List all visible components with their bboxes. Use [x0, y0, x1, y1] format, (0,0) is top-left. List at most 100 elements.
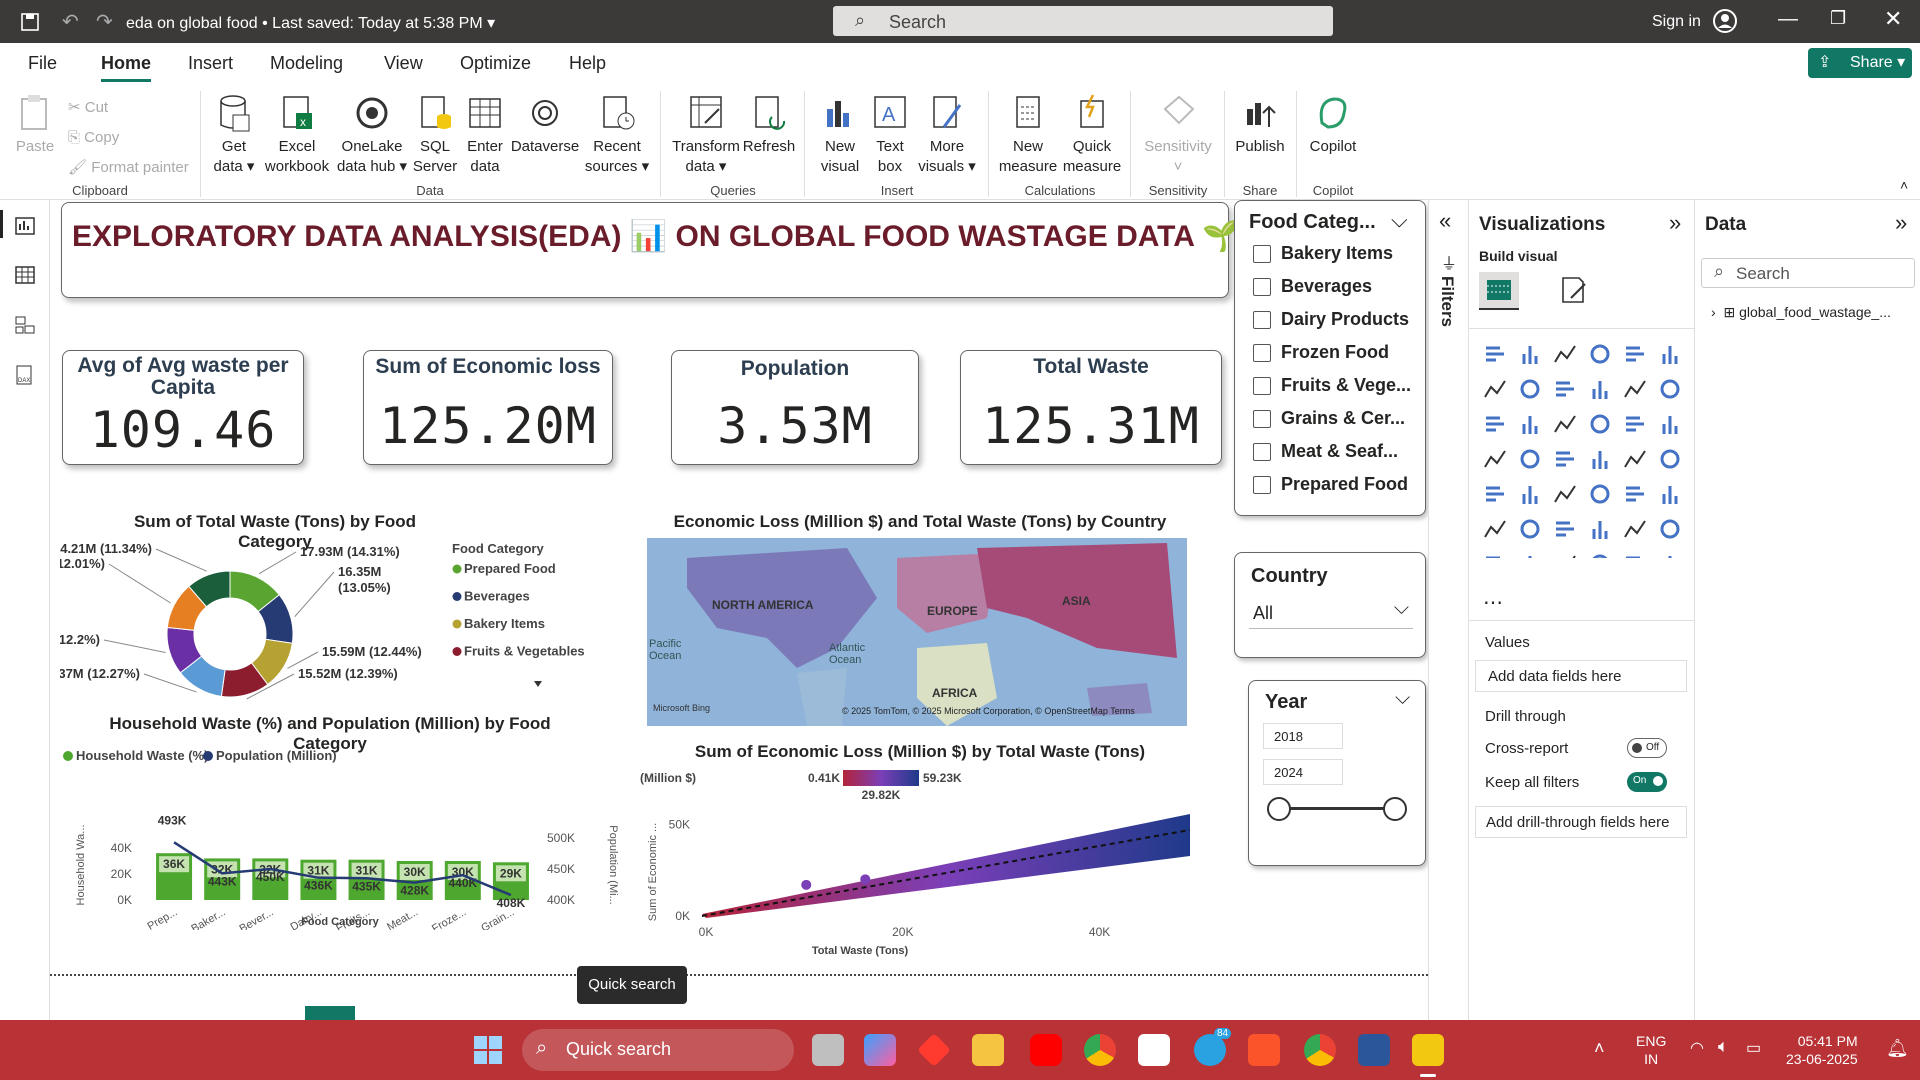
visual-type-icon[interactable]: [1553, 377, 1577, 401]
kpi-card-economic-loss[interactable]: Sum of Economic loss 125.20M: [363, 350, 613, 465]
slicer-item[interactable]: Dairy Products: [1253, 303, 1411, 336]
copilot-app-icon[interactable]: [864, 1034, 896, 1066]
refresh-button[interactable]: Refresh: [742, 93, 796, 157]
filled-map[interactable]: NORTH AMERICA EUROPE ASIA AFRICA Atlanti…: [647, 538, 1187, 726]
build-visual-tab[interactable]: [1479, 272, 1519, 310]
signin-link[interactable]: Sign in: [1652, 13, 1701, 31]
new-visual-button[interactable]: New visual: [812, 93, 868, 177]
visual-type-icon[interactable]: [1483, 377, 1507, 401]
year-end-handle[interactable]: [1383, 797, 1407, 821]
visual-type-icon[interactable]: [1658, 342, 1682, 366]
taskbar-search[interactable]: ⌕ Quick search: [522, 1029, 794, 1071]
cut-button[interactable]: ✂ Cut: [68, 93, 189, 123]
visual-type-icon[interactable]: [1518, 377, 1542, 401]
power-bi-icon[interactable]: [1412, 1034, 1444, 1066]
visual-type-icon[interactable]: [1623, 342, 1647, 366]
avatar-icon[interactable]: [1712, 8, 1738, 34]
visual-type-icon[interactable]: [1588, 552, 1612, 558]
task-view-icon[interactable]: [812, 1034, 844, 1066]
table-view-icon[interactable]: [14, 264, 36, 286]
visual-type-gallery[interactable]: [1479, 338, 1689, 558]
new-measure-button[interactable]: New measure: [996, 93, 1060, 177]
tab-optimize[interactable]: Optimize: [460, 53, 531, 74]
slicer-item[interactable]: Grains & Cer...: [1253, 402, 1411, 435]
save-icon[interactable]: [20, 12, 40, 32]
slicer-item[interactable]: Prepared Food: [1253, 468, 1411, 501]
kpi-card-avg-waste[interactable]: Avg of Avg waste per Capita 109.46: [62, 350, 304, 465]
sensitivity-button[interactable]: Sensitivity ˅: [1138, 93, 1218, 177]
maximize-icon[interactable]: ❐: [1830, 8, 1846, 29]
text-box-button[interactable]: A Text box: [868, 93, 912, 177]
slicer-item[interactable]: Bakery Items: [1253, 237, 1411, 270]
visual-type-icon[interactable]: [1553, 412, 1577, 436]
visual-type-icon[interactable]: [1553, 447, 1577, 471]
volume-icon[interactable]: 🔈︎: [1718, 1036, 1729, 1057]
share-button[interactable]: ⇪ Share ▾: [1808, 48, 1912, 78]
language-indicator[interactable]: ENG IN: [1636, 1032, 1666, 1068]
checkbox[interactable]: [1253, 344, 1271, 363]
tab-insert[interactable]: Insert: [188, 53, 233, 74]
data-table-item[interactable]: › ⊞ global_food_wastage_...: [1711, 304, 1891, 321]
copilot-button[interactable]: Copilot: [1304, 93, 1362, 157]
recent-sources-button[interactable]: Recent sources ▾: [582, 93, 652, 177]
keep-filters-toggle[interactable]: On: [1627, 772, 1667, 792]
collapse-ribbon-icon[interactable]: ˄: [1900, 177, 1908, 193]
search-box[interactable]: ⌕ Search: [833, 6, 1333, 36]
visual-type-icon[interactable]: [1518, 517, 1542, 541]
country-dropdown[interactable]: All ⌵: [1249, 595, 1413, 629]
filters-pane-collapsed[interactable]: « ⏚ Filters: [1428, 200, 1468, 1020]
visual-type-icon[interactable]: [1588, 517, 1612, 541]
visual-type-icon[interactable]: [1658, 482, 1682, 506]
visual-type-icon[interactable]: [1623, 517, 1647, 541]
visual-type-icon[interactable]: [1553, 482, 1577, 506]
copy-button[interactable]: ⎘ Copy: [68, 123, 189, 153]
minimize-icon[interactable]: —: [1778, 8, 1798, 31]
checkbox[interactable]: [1253, 410, 1271, 429]
app-icon[interactable]: [917, 1033, 951, 1067]
youtube-icon[interactable]: [1030, 1034, 1062, 1066]
publish-button[interactable]: Publish: [1232, 93, 1288, 157]
data-search-input[interactable]: ⌕ Search: [1701, 258, 1915, 288]
chevron-down-icon[interactable]: ⌵: [1395, 687, 1410, 710]
chevron-up-icon[interactable]: ˄: [1594, 1038, 1605, 1059]
kpi-card-population[interactable]: Population 3.53M: [671, 350, 919, 465]
excel-workbook-button[interactable]: x Excel workbook: [262, 93, 332, 177]
checkbox[interactable]: [1253, 311, 1271, 330]
clock[interactable]: 05:41 PM 23-06-2025: [1786, 1032, 1858, 1068]
slicer-item[interactable]: Fruits & Vege...: [1253, 369, 1411, 402]
visual-type-icon[interactable]: [1518, 447, 1542, 471]
report-view-icon[interactable]: [14, 214, 36, 236]
chevron-down-icon[interactable]: ⌵: [1391, 207, 1408, 233]
chrome-profile-icon[interactable]: [1304, 1034, 1336, 1066]
model-view-icon[interactable]: [14, 314, 36, 336]
dax-query-view-icon[interactable]: DAX: [14, 364, 36, 386]
undo-icon[interactable]: ↶: [62, 9, 79, 34]
get-data-button[interactable]: Get data ▾: [208, 93, 260, 177]
visual-type-icon[interactable]: [1658, 412, 1682, 436]
add-drill-through-well[interactable]: Add drill-through fields here: [1475, 806, 1687, 838]
visual-type-icon[interactable]: [1588, 482, 1612, 506]
wifi-icon[interactable]: ◠: [1690, 1038, 1704, 1058]
page-tab-active[interactable]: [305, 1006, 355, 1020]
tab-modeling[interactable]: Modeling: [270, 53, 343, 74]
visual-type-icon[interactable]: [1623, 377, 1647, 401]
checkbox[interactable]: [1253, 443, 1271, 462]
visual-type-icon[interactable]: [1553, 342, 1577, 366]
visual-type-icon[interactable]: [1588, 342, 1612, 366]
visual-type-icon[interactable]: [1623, 482, 1647, 506]
visual-type-icon[interactable]: [1483, 482, 1507, 506]
visual-type-icon[interactable]: [1588, 412, 1612, 436]
visual-type-icon[interactable]: [1588, 447, 1612, 471]
onelake-button[interactable]: OneLake data hub ▾: [334, 93, 410, 177]
enter-data-button[interactable]: Enter data: [460, 93, 510, 177]
chrome-icon[interactable]: [1084, 1034, 1116, 1066]
visual-type-icon[interactable]: [1518, 342, 1542, 366]
notification-bell-icon[interactable]: 🔔︎: [1886, 1038, 1909, 1059]
paste-button[interactable]: Paste: [12, 93, 58, 157]
sql-server-button[interactable]: SQL Server: [412, 93, 458, 177]
windows-start-icon[interactable]: [472, 1034, 504, 1066]
checkbox[interactable]: [1253, 476, 1271, 495]
collapse-pane-icon[interactable]: »: [1895, 210, 1907, 236]
visual-type-icon[interactable]: [1658, 447, 1682, 471]
tab-file[interactable]: File: [28, 53, 57, 74]
